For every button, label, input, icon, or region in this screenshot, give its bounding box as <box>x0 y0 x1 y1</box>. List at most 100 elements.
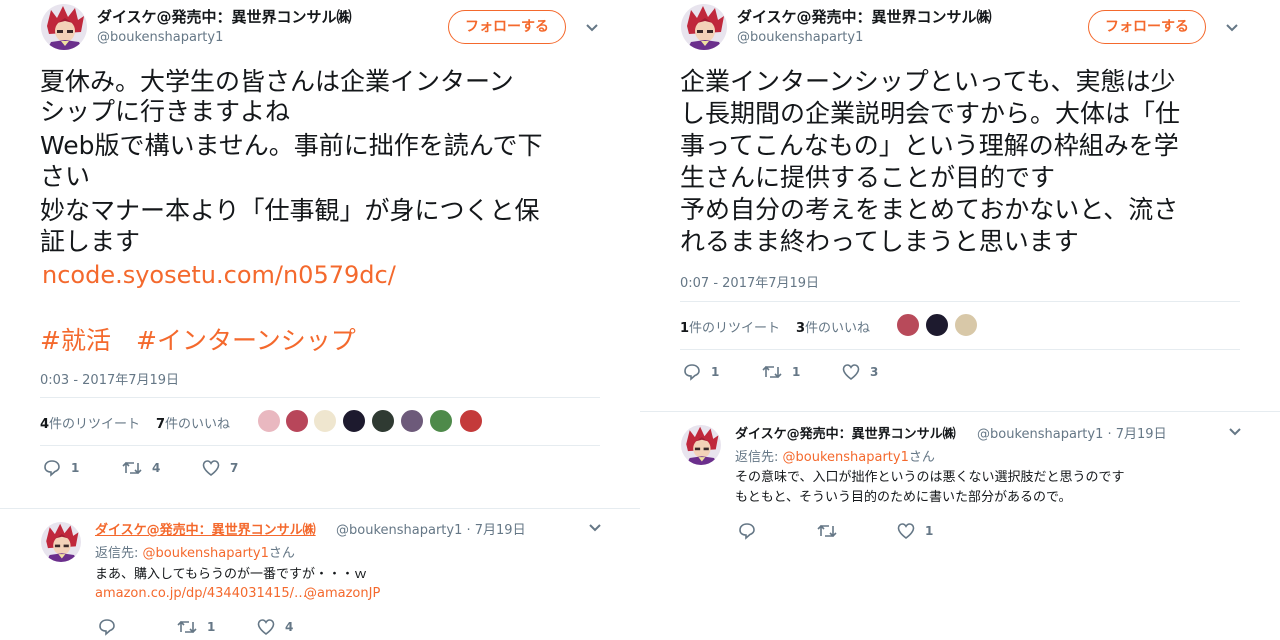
reply-icon <box>684 364 700 381</box>
reply-text: まあ、購入してもらうのが一番ですが・・・ｗ <box>95 567 367 582</box>
retweet-icon <box>122 461 142 475</box>
liker-avatar[interactable] <box>257 409 281 433</box>
chevron-down-icon[interactable] <box>1225 21 1239 35</box>
reply-button[interactable]: 1 <box>43 459 79 477</box>
divider <box>680 301 1240 302</box>
follow-button[interactable]: フォローする <box>1088 10 1206 44</box>
liker-avatar[interactable] <box>285 409 309 433</box>
author-name[interactable]: ダイスケ@発売中：異世界コンサル㈱ <box>737 6 992 27</box>
retweet-stat[interactable]: 1件のリツイート <box>680 317 780 336</box>
like-button[interactable]: 4 <box>257 618 293 636</box>
retweet-count: 1 <box>792 365 801 379</box>
retweet-button[interactable]: 1 <box>762 363 800 381</box>
like-count: 4 <box>285 620 294 634</box>
like-count: 1 <box>925 524 934 538</box>
tweet-timestamp[interactable]: 0:03 - 2017年7月19日 <box>40 369 179 388</box>
tweet-line: 生さんに提供することが目的です <box>680 163 1056 192</box>
reply-author-name[interactable]: ダイスケ@発売中：異世界コンサル㈱ <box>95 519 316 538</box>
hashtag[interactable]: #インターンシップ <box>136 321 356 357</box>
reply-icon <box>99 619 115 636</box>
heart-icon <box>257 619 275 636</box>
tweet-line: Web版で構いません。事前に拙作を読んで下 <box>40 131 543 160</box>
tweet-line: 企業インターンシップといっても、実態は少 <box>680 67 1176 96</box>
author-handle[interactable]: @boukenshaparty1 <box>737 30 863 45</box>
retweet-button[interactable]: 1 <box>177 618 215 636</box>
retweet-button[interactable] <box>817 522 847 540</box>
liker-avatar[interactable] <box>371 409 395 433</box>
divider <box>680 349 1240 350</box>
tweet-line: 夏休み。大学生の皆さんは企業インターン <box>40 67 514 96</box>
retweet-stat[interactable]: 4件のリツイート <box>40 413 140 432</box>
reply-to: 返信先: @boukenshaparty1さん <box>735 450 935 465</box>
divider <box>40 445 600 446</box>
left-tweet-panel: ダイスケ@発売中：異世界コンサル㈱ @boukenshaparty1 フォローす… <box>0 0 640 640</box>
reply-button[interactable] <box>738 522 766 540</box>
tweet-link[interactable]: ncode.syosetu.com/n0579dc/ <box>42 261 396 289</box>
chevron-down-icon[interactable] <box>588 521 602 535</box>
reply-link[interactable]: amazon.co.jp/dp/4344031415/… <box>95 586 307 601</box>
retweet-icon <box>177 620 197 634</box>
like-count: 3 <box>870 365 879 379</box>
retweet-count: 1 <box>207 620 216 634</box>
retweet-count: 4 <box>152 461 161 475</box>
tweet-line: れるまま終わってしまうと思います <box>680 227 1079 256</box>
reply-icon <box>44 460 60 477</box>
liker-avatar[interactable] <box>313 409 337 433</box>
hashtag[interactable]: #就活 <box>40 321 111 357</box>
liker-avatar[interactable] <box>896 313 920 337</box>
tweet-line: 証します <box>40 227 141 256</box>
reply-avatar[interactable] <box>41 522 81 562</box>
like-count: 7 <box>230 461 239 475</box>
like-button[interactable]: 7 <box>202 459 238 477</box>
reply-author-name[interactable]: ダイスケ@発売中：異世界コンサル㈱ <box>735 423 956 442</box>
retweet-icon <box>817 524 837 538</box>
like-button[interactable]: 1 <box>897 522 933 540</box>
tweet-line: 妙なマナー本より「仕事観」が身につくと保 <box>40 196 540 225</box>
retweet-icon <box>762 365 782 379</box>
author-name[interactable]: ダイスケ@発売中：異世界コンサル㈱ <box>97 6 352 27</box>
reply-button[interactable] <box>98 618 126 636</box>
reply-count: 1 <box>71 461 80 475</box>
follow-button[interactable]: フォローする <box>448 10 566 44</box>
chevron-down-icon[interactable] <box>1228 425 1242 439</box>
tweet-line: 予め自分の考えをまとめておかないと、流さ <box>680 195 1179 224</box>
retweet-button[interactable]: 4 <box>122 459 160 477</box>
tweet-line: 事ってこんなもの」という理解の枠組みを学 <box>680 131 1179 160</box>
author-avatar[interactable] <box>41 4 87 50</box>
liker-avatar[interactable] <box>954 313 978 337</box>
divider <box>40 397 600 398</box>
reply-to: 返信先: @boukenshaparty1さん <box>95 546 295 561</box>
tweet-line: シップに行きますよね <box>40 97 291 126</box>
chevron-down-icon[interactable] <box>585 21 599 35</box>
liker-avatar[interactable] <box>925 313 949 337</box>
reply-mention[interactable]: @amazonJP <box>304 586 380 601</box>
like-button[interactable]: 3 <box>842 363 878 381</box>
reply-count: 1 <box>711 365 720 379</box>
reply-text: もともと、そういう目的のために書いた部分があるので。 <box>735 490 1072 505</box>
liker-avatar[interactable] <box>429 409 453 433</box>
liker-avatar[interactable] <box>342 409 366 433</box>
liker-avatar[interactable] <box>400 409 424 433</box>
divider <box>0 508 640 509</box>
reply-avatar[interactable] <box>681 425 721 465</box>
reply-to-handle[interactable]: @boukenshaparty1 <box>143 546 269 561</box>
reply-icon <box>739 523 755 540</box>
tweet-timestamp[interactable]: 0:07 - 2017年7月19日 <box>680 272 819 291</box>
reply-button[interactable]: 1 <box>683 363 719 381</box>
heart-icon <box>897 523 915 540</box>
like-stat[interactable]: 3件のいいね <box>796 317 870 336</box>
right-tweet-panel: ダイスケ@発売中：異世界コンサル㈱ @boukenshaparty1 フォローす… <box>640 0 1280 640</box>
author-handle[interactable]: @boukenshaparty1 <box>97 30 223 45</box>
author-avatar[interactable] <box>681 4 727 50</box>
reply-meta[interactable]: @boukenshaparty1 · 7月19日 <box>336 519 526 538</box>
liker-avatar[interactable] <box>459 409 483 433</box>
like-stat[interactable]: 7件のいいね <box>156 413 230 432</box>
reply-text: その意味で、入口が拙作というのは悪くない選択肢だと思うのです <box>735 470 1125 485</box>
reply-to-handle[interactable]: @boukenshaparty1 <box>783 450 909 465</box>
tweet-line: し長期間の企業説明会ですから。大体は「仕 <box>680 99 1181 128</box>
tweet-line: さい <box>40 162 91 191</box>
reply-meta[interactable]: @boukenshaparty1 · 7月19日 <box>977 423 1167 442</box>
divider <box>640 411 1280 412</box>
heart-icon <box>842 364 860 381</box>
heart-icon <box>202 460 220 477</box>
